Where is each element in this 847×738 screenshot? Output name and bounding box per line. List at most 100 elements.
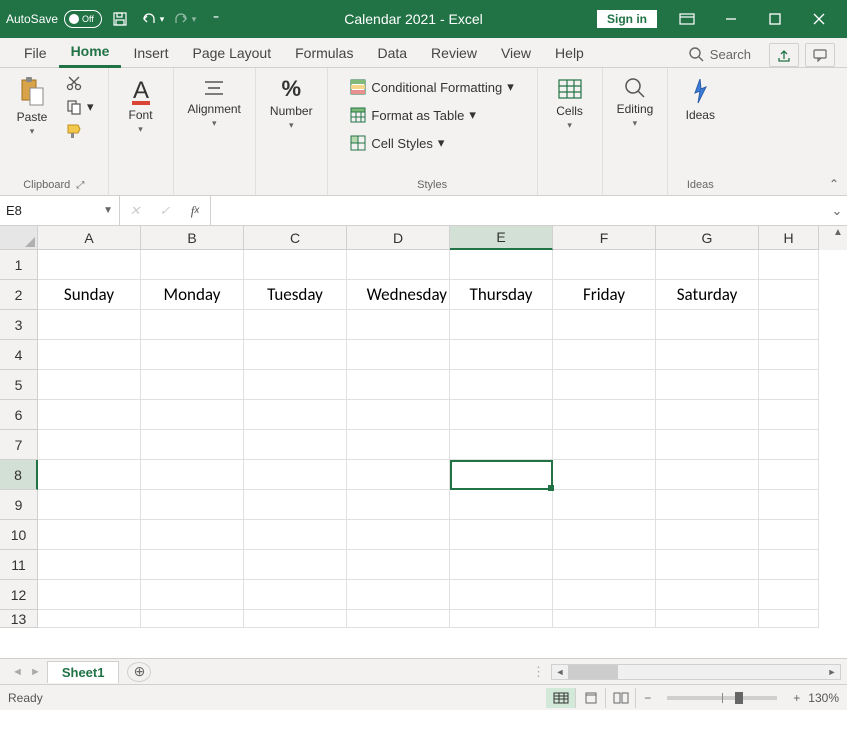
select-all-cell[interactable]: [0, 226, 38, 250]
comments-icon[interactable]: [805, 43, 835, 67]
tab-help[interactable]: Help: [543, 40, 596, 67]
redo-icon[interactable]: ▾: [170, 5, 198, 33]
cell-H2[interactable]: [759, 280, 819, 310]
cut-button[interactable]: [60, 72, 100, 94]
expand-formula-bar-icon[interactable]: ⌄: [827, 196, 847, 225]
sheet-tab-active[interactable]: Sheet1: [47, 661, 120, 683]
view-page-break-icon[interactable]: [606, 688, 636, 708]
row-header-11[interactable]: 11: [0, 550, 38, 580]
cancel-formula-icon[interactable]: ✕: [120, 203, 150, 219]
zoom-thumb[interactable]: [735, 692, 743, 704]
cell-F2[interactable]: Friday: [553, 280, 656, 310]
new-sheet-button[interactable]: ⊕: [127, 662, 151, 682]
sign-in-button[interactable]: Sign in: [597, 10, 657, 28]
col-header-H[interactable]: H: [759, 226, 819, 250]
row-header-6[interactable]: 6: [0, 400, 38, 430]
horizontal-scrollbar[interactable]: ◄ ►: [551, 664, 841, 680]
tab-insert[interactable]: Insert: [121, 40, 180, 67]
cell-styles-button[interactable]: Cell Styles ▾: [344, 132, 519, 154]
scroll-thumb[interactable]: [568, 665, 618, 679]
row-header-5[interactable]: 5: [0, 370, 38, 400]
tab-file[interactable]: File: [12, 40, 59, 67]
cell-E2[interactable]: Thursday: [450, 280, 553, 310]
format-painter-button[interactable]: [60, 120, 100, 142]
cell-C2[interactable]: Tuesday: [244, 280, 347, 310]
zoom-level[interactable]: 130%: [808, 691, 839, 705]
number-button[interactable]: % Number ▾: [264, 72, 319, 135]
alignment-icon: [201, 76, 227, 100]
row-header-13[interactable]: 13: [0, 610, 38, 628]
sheet-tab-bar: ◄ ► Sheet1 ⊕ ⋮ ◄ ►: [0, 658, 847, 684]
cells-button[interactable]: Cells ▾: [546, 72, 594, 135]
zoom-out-icon[interactable]: −: [644, 691, 651, 705]
enter-formula-icon[interactable]: ✓: [150, 203, 180, 219]
cell-B2[interactable]: Monday: [141, 280, 244, 310]
row-header-9[interactable]: 9: [0, 490, 38, 520]
tab-review[interactable]: Review: [419, 40, 489, 67]
alignment-button[interactable]: Alignment ▾: [182, 72, 247, 133]
col-header-E[interactable]: E: [450, 226, 553, 250]
collapse-ribbon-icon[interactable]: ⌃: [829, 177, 839, 191]
row-header-12[interactable]: 12: [0, 580, 38, 610]
copy-button[interactable]: ▾: [60, 96, 100, 118]
row-header-2[interactable]: 2: [0, 280, 38, 310]
name-box[interactable]: E8 ▼: [0, 196, 120, 225]
tab-data[interactable]: Data: [365, 40, 419, 67]
autosave-toggle[interactable]: Off: [64, 10, 102, 28]
row-header-10[interactable]: 10: [0, 520, 38, 550]
tab-page-layout[interactable]: Page Layout: [180, 40, 283, 67]
row-header-1[interactable]: 1: [0, 250, 38, 280]
search-label: Search: [710, 47, 751, 62]
tab-view[interactable]: View: [489, 40, 543, 67]
share-icon[interactable]: [769, 43, 799, 67]
maximize-icon[interactable]: [753, 4, 797, 34]
next-sheet-icon[interactable]: ►: [30, 666, 41, 678]
formula-input[interactable]: [211, 196, 827, 225]
row-header-3[interactable]: 3: [0, 310, 38, 340]
col-header-A[interactable]: A: [38, 226, 141, 250]
close-icon[interactable]: [797, 4, 841, 34]
row-header-7[interactable]: 7: [0, 430, 38, 460]
view-page-layout-icon[interactable]: [576, 688, 606, 708]
scroll-right-icon[interactable]: ►: [824, 665, 840, 679]
sheet-nav[interactable]: ◄ ►: [6, 666, 47, 678]
col-header-B[interactable]: B: [141, 226, 244, 250]
ideas-button[interactable]: Ideas: [676, 72, 724, 126]
zoom-in-icon[interactable]: +: [793, 691, 800, 705]
editing-button[interactable]: Editing ▾: [611, 72, 660, 133]
scroll-left-icon[interactable]: ◄: [552, 665, 568, 679]
insert-function-icon[interactable]: fx: [180, 203, 210, 219]
ribbon-display-icon[interactable]: [665, 4, 709, 34]
save-icon[interactable]: [106, 5, 134, 33]
cell-A2[interactable]: Sunday: [38, 280, 141, 310]
tab-split-handle-icon[interactable]: ⋮: [532, 664, 545, 680]
view-normal-icon[interactable]: [546, 688, 576, 708]
search-button[interactable]: Search: [676, 41, 763, 67]
zoom-slider[interactable]: [667, 696, 777, 700]
paste-button[interactable]: Paste ▾: [8, 72, 56, 141]
dialog-launcher-icon[interactable]: ⤢: [76, 180, 84, 191]
cell-D2[interactable]: Wednesday: [347, 280, 450, 310]
col-header-D[interactable]: D: [347, 226, 450, 250]
cell-G2[interactable]: Saturday: [656, 280, 759, 310]
col-header-C[interactable]: C: [244, 226, 347, 250]
format-as-table-button[interactable]: Format as Table ▾: [344, 104, 519, 126]
font-button[interactable]: A Font ▾: [117, 72, 165, 139]
tab-home[interactable]: Home: [59, 38, 122, 68]
undo-icon[interactable]: ▾: [138, 5, 166, 33]
group-alignment: Alignment ▾: [174, 68, 256, 195]
minimize-icon[interactable]: [709, 4, 753, 34]
customize-qat-icon[interactable]: ⁼: [202, 5, 230, 33]
scroll-track[interactable]: [568, 665, 824, 679]
row-header-8[interactable]: 8: [0, 460, 38, 490]
autosave-control[interactable]: AutoSave Off: [6, 10, 102, 28]
conditional-formatting-button[interactable]: Conditional Formatting ▾: [344, 76, 519, 98]
tab-formulas[interactable]: Formulas: [283, 40, 365, 67]
prev-sheet-icon[interactable]: ◄: [12, 666, 23, 678]
col-header-F[interactable]: F: [553, 226, 656, 250]
row-header-4[interactable]: 4: [0, 340, 38, 370]
col-header-G[interactable]: G: [656, 226, 759, 250]
scroll-up-icon[interactable]: ▲: [829, 226, 847, 238]
cells-area[interactable]: Sunday Monday Tuesday Wednesday Thursday…: [38, 250, 847, 658]
chevron-down-icon: ▾: [87, 99, 94, 115]
